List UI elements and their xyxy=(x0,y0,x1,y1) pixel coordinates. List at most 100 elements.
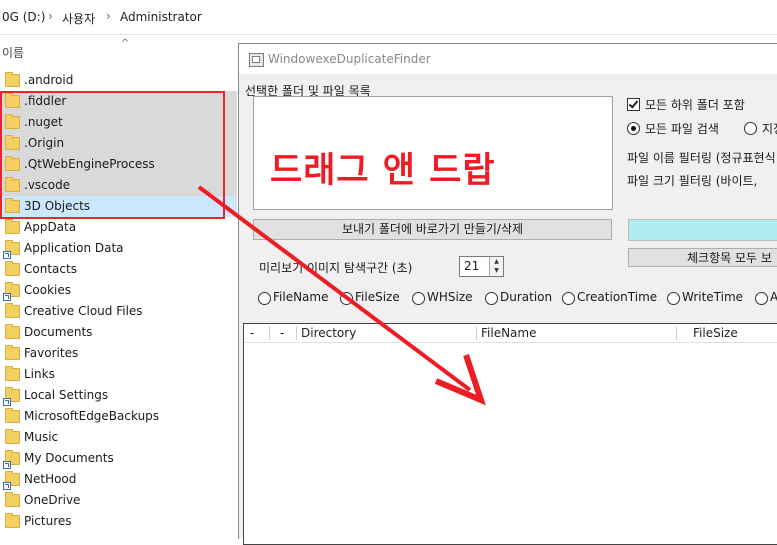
list-item[interactable]: Pictures xyxy=(0,511,237,532)
list-item-label: Contacts xyxy=(24,262,77,276)
list-item[interactable]: Favorites xyxy=(0,343,237,364)
sort-option-label: FileName xyxy=(273,290,329,304)
folder-icon xyxy=(5,366,20,381)
sort-radio[interactable] xyxy=(562,292,575,305)
sort-option-label: WHSize xyxy=(427,290,473,304)
shortcut-arrow-icon xyxy=(3,251,11,259)
folder-icon xyxy=(5,408,20,423)
sort-radio[interactable] xyxy=(485,292,498,305)
list-item[interactable]: Local Settings xyxy=(0,385,237,406)
sort-option-label: Duration xyxy=(500,290,553,304)
app-icon xyxy=(249,53,264,67)
breadcrumb-users[interactable]: 사용자 xyxy=(62,10,95,27)
uncheck-all-button[interactable]: 체크항목 모두 보 xyxy=(628,248,777,267)
sort-option-label: WriteTime xyxy=(682,290,744,304)
list-item-label: OneDrive xyxy=(24,493,81,507)
list-item-label: .android xyxy=(24,73,74,87)
folder-icon xyxy=(5,324,20,339)
list-item[interactable]: MicrosoftEdgeBackups xyxy=(0,406,237,427)
list-item-label: Local Settings xyxy=(24,388,109,402)
list-item-label: Favorites xyxy=(24,346,79,360)
preview-interval-value: 21 xyxy=(464,259,480,273)
folder-icon xyxy=(5,303,20,318)
sort-radio[interactable] xyxy=(412,292,425,305)
column-header-name[interactable]: 이름 ^ xyxy=(0,36,238,64)
sort-option-label: FileSize xyxy=(355,290,400,304)
breadcrumb-drive[interactable]: 0G (D:) xyxy=(2,10,45,24)
list-item[interactable]: My Documents xyxy=(0,448,237,469)
list-item[interactable]: .android xyxy=(0,70,237,91)
sort-radio[interactable] xyxy=(258,292,271,305)
list-item[interactable]: Cookies xyxy=(0,280,237,301)
search-specified-label: 지정 xyxy=(762,122,777,136)
list-item-label: Documents xyxy=(24,325,93,339)
breadcrumb-administrator[interactable]: Administrator xyxy=(120,10,202,24)
folder-icon xyxy=(5,429,20,444)
include-subfolders-label: 모든 하위 폴더 포함 xyxy=(645,98,745,112)
list-item[interactable]: Documents xyxy=(0,322,237,343)
list-item-label: Music xyxy=(24,430,59,444)
list-item[interactable]: Application Data xyxy=(0,238,237,259)
spinner-arrows-icon[interactable]: ▲ ▼ xyxy=(489,257,503,276)
list-item-label: My Documents xyxy=(24,451,114,465)
filename-filter-label: 파일 이름 필터링 (정규표현식 xyxy=(627,151,776,165)
column-header-label: 이름 xyxy=(2,46,25,60)
sort-ascending-icon: ^ xyxy=(121,38,130,49)
folder-icon xyxy=(5,345,20,360)
folder-icon xyxy=(5,261,20,276)
shortcut-arrow-icon xyxy=(3,482,11,490)
list-item[interactable]: NetHood xyxy=(0,469,237,490)
col-check-1[interactable]: - xyxy=(250,326,254,340)
search-all-label: 모든 파일 검색 xyxy=(645,122,719,136)
list-item-label: NetHood xyxy=(24,472,77,486)
list-item[interactable]: OneDrive xyxy=(0,490,237,511)
sendto-shortcut-button[interactable]: 보내기 폴더에 바로가기 만들기/삭제 xyxy=(253,219,612,240)
list-item[interactable]: AppData xyxy=(0,217,237,238)
results-list-header: - - Directory FileName FileSize xyxy=(244,324,777,343)
search-all-radio[interactable] xyxy=(627,122,640,135)
drop-hint: 드래그 앤 드랍 xyxy=(270,151,496,191)
selection-highlight-box xyxy=(0,91,225,219)
col-divider[interactable] xyxy=(269,326,270,340)
folder-icon xyxy=(5,513,20,528)
title-bar[interactable]: WindowexeDuplicateFinder xyxy=(239,44,777,74)
col-directory[interactable]: Directory xyxy=(301,326,356,340)
progress-bar xyxy=(628,219,777,241)
col-divider[interactable] xyxy=(676,326,677,340)
window-title: WindowexeDuplicateFinder xyxy=(268,52,431,66)
list-item-label: Pictures xyxy=(24,514,72,528)
list-item-label: Links xyxy=(24,367,55,381)
filesize-filter-label: 파일 크기 필터링 (바이트, xyxy=(627,174,758,188)
sort-radio[interactable] xyxy=(340,292,353,305)
col-filesize[interactable]: FileSize xyxy=(693,326,738,340)
address-bar[interactable]: 0G (D:) › 사용자 › Administrator xyxy=(0,0,777,35)
folder-drop-area[interactable]: 드래그 앤 드랍 xyxy=(253,96,613,210)
list-item-label: MicrosoftEdgeBackups xyxy=(24,409,160,423)
col-check-2[interactable]: - xyxy=(280,326,284,340)
preview-interval-spinner[interactable]: 21 ▲ ▼ xyxy=(459,256,504,277)
folder-icon xyxy=(5,492,20,507)
shortcut-arrow-icon xyxy=(3,293,11,301)
list-item-label: AppData xyxy=(24,220,77,234)
sort-radio[interactable] xyxy=(755,292,768,305)
list-item[interactable]: Contacts xyxy=(0,259,237,280)
preview-interval-label: 미리보기 이미지 탐색구간 (초) xyxy=(259,261,413,275)
list-item[interactable]: Creative Cloud Files xyxy=(0,301,237,322)
search-specified-radio[interactable] xyxy=(744,122,757,135)
results-list[interactable]: - - Directory FileName FileSize xyxy=(243,323,777,545)
breadcrumb-chevron-icon: › xyxy=(48,9,53,23)
list-item[interactable]: Music xyxy=(0,427,237,448)
list-item[interactable]: Links xyxy=(0,364,237,385)
folder-icon xyxy=(5,72,20,87)
list-item-label: Cookies xyxy=(24,283,71,297)
folder-icon xyxy=(5,219,20,234)
breadcrumb-chevron-icon: › xyxy=(106,9,111,23)
shortcut-arrow-icon xyxy=(3,398,11,406)
col-divider[interactable] xyxy=(296,326,297,340)
sort-radio[interactable] xyxy=(667,292,680,305)
sort-option-label: CreationTime xyxy=(577,290,658,304)
col-divider[interactable] xyxy=(476,326,477,340)
include-subfolders-checkbox[interactable] xyxy=(627,98,640,111)
col-filename[interactable]: FileName xyxy=(481,326,536,340)
sort-option-label: A xyxy=(770,290,777,304)
